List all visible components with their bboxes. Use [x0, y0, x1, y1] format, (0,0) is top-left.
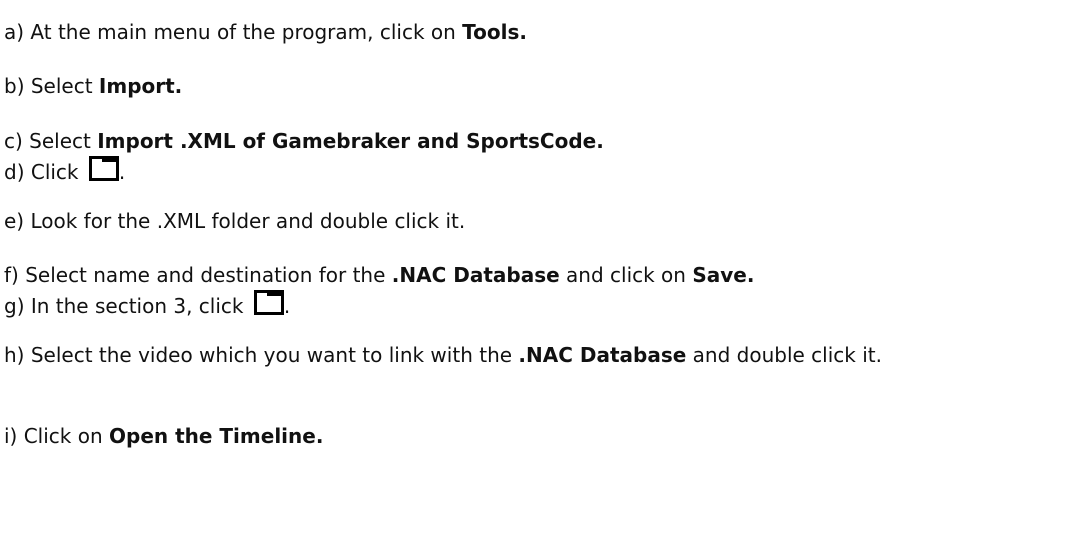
step-h-bold: .NAC Database	[518, 343, 687, 367]
step-b-bold: Import.	[98, 74, 183, 98]
folder-icon[interactable]	[88, 156, 119, 181]
step-d: d) Click .	[4, 156, 125, 184]
step-d-suffix: .	[118, 160, 126, 184]
step-i-bold: Open the Timeline.	[109, 424, 324, 448]
step-a-bold: Tools.	[462, 20, 527, 44]
step-b-text: b) Select	[4, 74, 99, 98]
step-g-suffix: .	[283, 294, 291, 318]
step-f: f) Select name and destination for the .…	[4, 263, 754, 287]
step-d-text: d) Click	[4, 160, 85, 184]
step-f-text: f) Select name and destination for the	[4, 263, 392, 287]
step-h-text: h) Select the video which you want to li…	[4, 343, 519, 367]
step-i-text: i) Click on	[4, 424, 109, 448]
step-a-text: a) At the main menu of the program, clic…	[4, 20, 463, 44]
step-g-text: g) In the section 3, click	[4, 294, 250, 318]
step-a: a) At the main menu of the program, clic…	[4, 20, 527, 44]
step-b: b) Select Import.	[4, 74, 182, 98]
step-g: g) In the section 3, click .	[4, 290, 290, 318]
step-c-text: c) Select	[4, 129, 98, 153]
step-f-bold-save: Save.	[692, 263, 755, 287]
step-e-text: e) Look for the .XML folder and double c…	[4, 209, 466, 233]
step-c: c) Select Import .XML of Gamebraker and …	[4, 129, 604, 153]
step-i: i) Click on Open the Timeline.	[4, 424, 323, 448]
step-c-bold: Import .XML of Gamebraker and SportsCode…	[97, 129, 604, 153]
step-h: h) Select the video which you want to li…	[4, 342, 1079, 368]
step-f-middle: and click on	[559, 263, 693, 287]
step-h-suffix: and double click it.	[686, 343, 882, 367]
step-f-bold-database: .NAC Database	[391, 263, 560, 287]
folder-icon[interactable]	[253, 290, 284, 315]
step-e: e) Look for the .XML folder and double c…	[4, 209, 465, 233]
